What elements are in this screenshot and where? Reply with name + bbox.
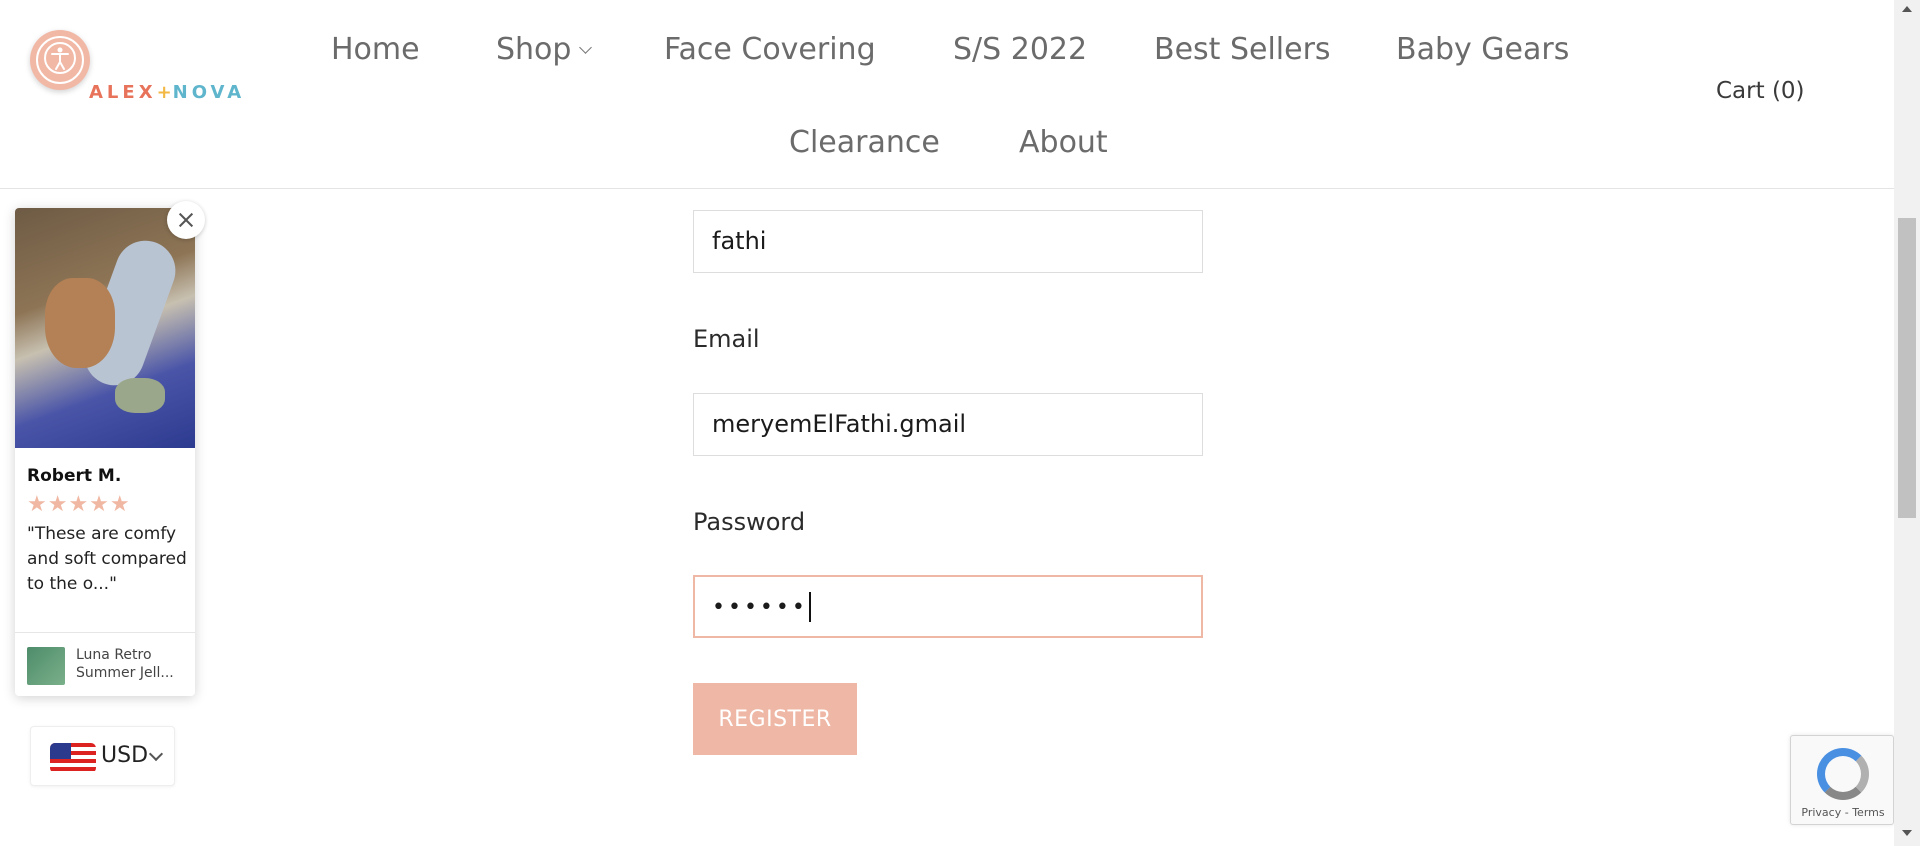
register-button[interactable]: REGISTER: [693, 683, 857, 755]
password-masked-value: ••••••: [712, 595, 808, 620]
last-name-input[interactable]: fathi: [693, 210, 1203, 273]
product-name[interactable]: Luna Retro Summer Jell...: [76, 646, 186, 682]
rating-stars: ★★★★★: [27, 492, 131, 517]
password-label: Password: [693, 508, 806, 536]
logo-part2: NOVA: [172, 82, 246, 103]
us-flag-icon: [50, 743, 96, 773]
scroll-up-arrow-icon[interactable]: [1902, 6, 1912, 12]
photo-teddy: [45, 278, 115, 368]
accessibility-button[interactable]: [30, 30, 90, 90]
review-popup[interactable]: Robert M. ★★★★★ "These are comfy and sof…: [15, 208, 195, 696]
flag-canton: [50, 743, 71, 759]
cart-link[interactable]: Cart (0): [1716, 78, 1805, 104]
reviewer-name: Robert M.: [27, 466, 122, 486]
review-text: "These are comfy and soft compared to th…: [27, 524, 187, 594]
site-logo[interactable]: ALEX+NOVA: [89, 82, 245, 103]
recaptcha-badge[interactable]: Privacy - Terms: [1790, 735, 1894, 825]
site-header: ALEX+NOVA Home Shop Face Covering S/S 20…: [0, 0, 1894, 189]
nav-about[interactable]: About: [1019, 125, 1108, 160]
email-label: Email: [693, 325, 760, 353]
review-close-button[interactable]: [167, 201, 205, 239]
nav-shop-label: Shop: [496, 32, 572, 67]
nav-face-covering[interactable]: Face Covering: [664, 32, 876, 67]
page-scrollbar[interactable]: [1894, 0, 1920, 846]
review-photo: [15, 208, 195, 448]
chevron-down-icon: [579, 41, 593, 54]
scroll-down-arrow-icon[interactable]: [1902, 830, 1912, 836]
recaptcha-links[interactable]: Privacy - Terms: [1791, 806, 1895, 819]
logo-plus: +: [156, 82, 173, 103]
nav-clearance[interactable]: Clearance: [789, 125, 940, 160]
logo-part1: ALEX: [89, 82, 157, 103]
email-input[interactable]: meryemElFathi.gmail: [693, 393, 1203, 456]
review-divider: [15, 632, 195, 633]
nav-home[interactable]: Home: [331, 32, 420, 67]
nav-best-sellers[interactable]: Best Sellers: [1154, 32, 1331, 67]
accessibility-icon: [44, 42, 76, 74]
page-root: ALEX+NOVA Home Shop Face Covering S/S 20…: [0, 0, 1920, 846]
scrollbar-thumb[interactable]: [1898, 218, 1916, 518]
currency-selector[interactable]: USD: [30, 726, 175, 786]
nav-ss-2022[interactable]: S/S 2022: [953, 32, 1087, 67]
nav-shop[interactable]: Shop: [496, 32, 593, 67]
nav-baby-gears[interactable]: Baby Gears: [1396, 32, 1569, 67]
recaptcha-icon: [1817, 748, 1869, 800]
password-input[interactable]: ••••••: [693, 575, 1203, 638]
photo-shoe: [115, 378, 165, 413]
chevron-down-icon: [148, 746, 164, 762]
currency-label: USD: [101, 743, 149, 768]
product-thumbnail[interactable]: [27, 647, 65, 685]
text-caret: [808, 592, 811, 622]
